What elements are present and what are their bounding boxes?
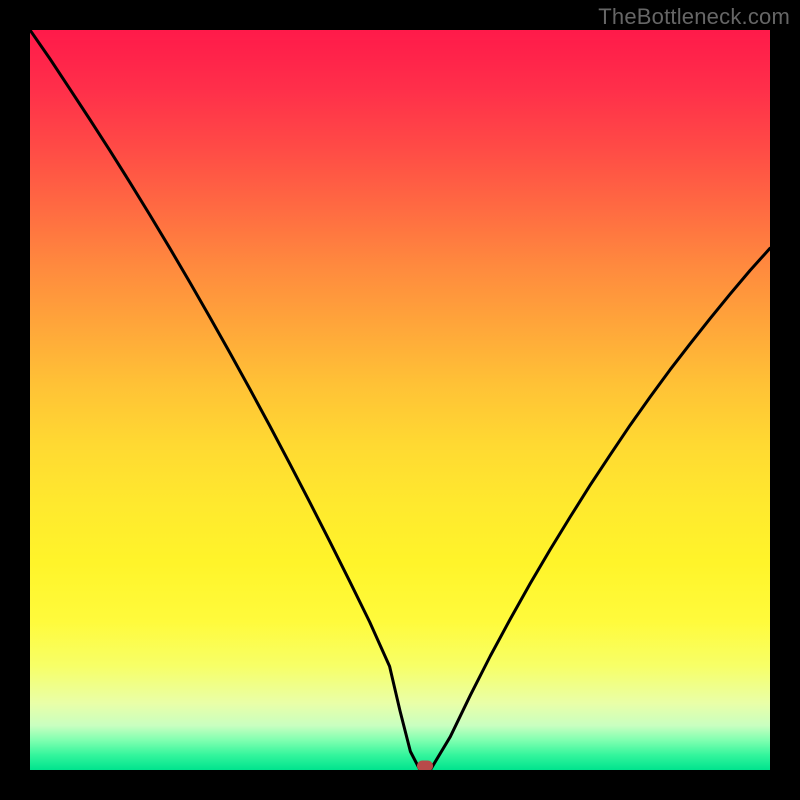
plot-area: [30, 30, 770, 770]
optimal-point-marker: [417, 761, 433, 770]
watermark-text: TheBottleneck.com: [598, 4, 790, 30]
bottleneck-curve-svg: [30, 30, 770, 770]
chart-frame: TheBottleneck.com: [0, 0, 800, 800]
bottleneck-curve: [30, 30, 770, 770]
